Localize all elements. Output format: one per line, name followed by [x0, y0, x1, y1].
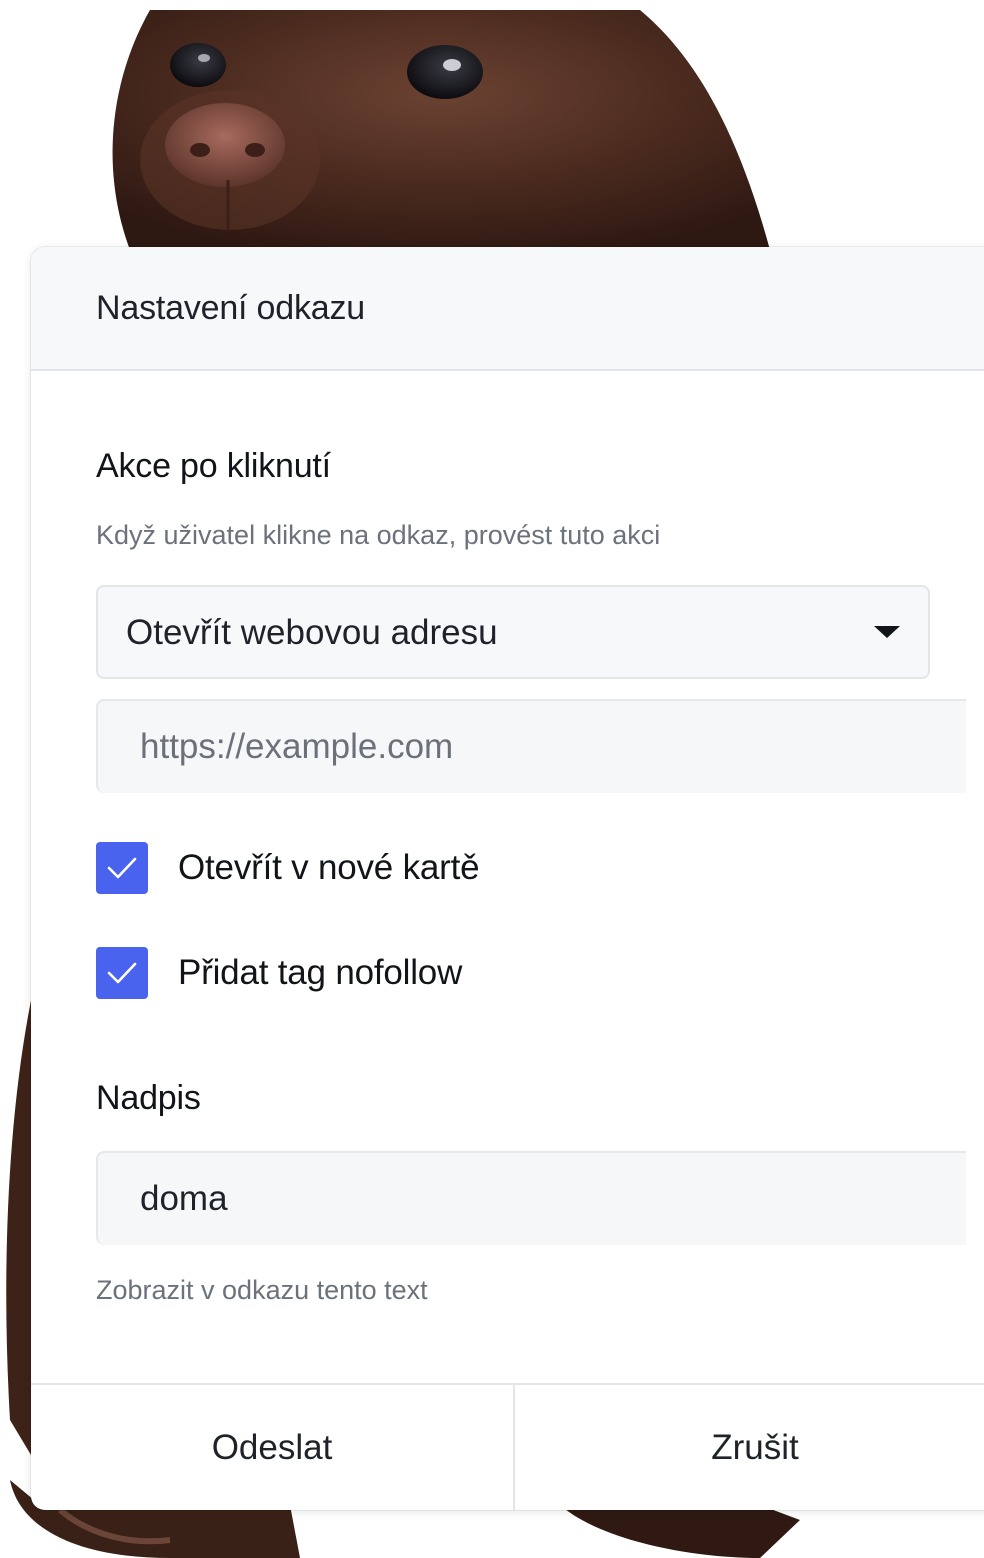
caption-heading: Nadpis: [96, 1079, 201, 1117]
caption-help: Zobrazit v odkazu tento text: [96, 1275, 428, 1305]
nofollow-checkbox[interactable]: [96, 947, 148, 999]
click-action-heading: Akce po kliknutí: [96, 447, 331, 485]
checkmark-icon: [107, 962, 137, 984]
click-action-select[interactable]: Otevřít webovou adresu: [96, 585, 930, 679]
url-input[interactable]: [96, 699, 966, 793]
link-settings-dialog: Nastavení odkazu Akce po kliknutí Když u…: [31, 247, 984, 1510]
screen: Nastavení odkazu Akce po kliknutí Když u…: [0, 0, 984, 1558]
caret-down-icon: [874, 626, 900, 638]
submit-button[interactable]: Odeslat: [31, 1385, 513, 1510]
caption-input[interactable]: [96, 1151, 966, 1245]
checkmark-icon: [107, 857, 137, 879]
open-in-new-tab-checkbox[interactable]: [96, 842, 148, 894]
nofollow-label: Přidat tag nofollow: [178, 953, 463, 992]
open-in-new-tab-label: Otevřít v nové kartě: [178, 848, 480, 887]
cancel-button[interactable]: Zrušit: [515, 1385, 984, 1510]
dialog-header: Nastavení odkazu: [31, 247, 984, 371]
dialog-footer: Odeslat Zrušit: [31, 1383, 984, 1510]
click-action-select-value: Otevřít webovou adresu: [126, 613, 498, 652]
click-action-help: Když uživatel klikne na odkaz, provést t…: [96, 520, 661, 550]
dialog-title: Nastavení odkazu: [96, 289, 365, 327]
